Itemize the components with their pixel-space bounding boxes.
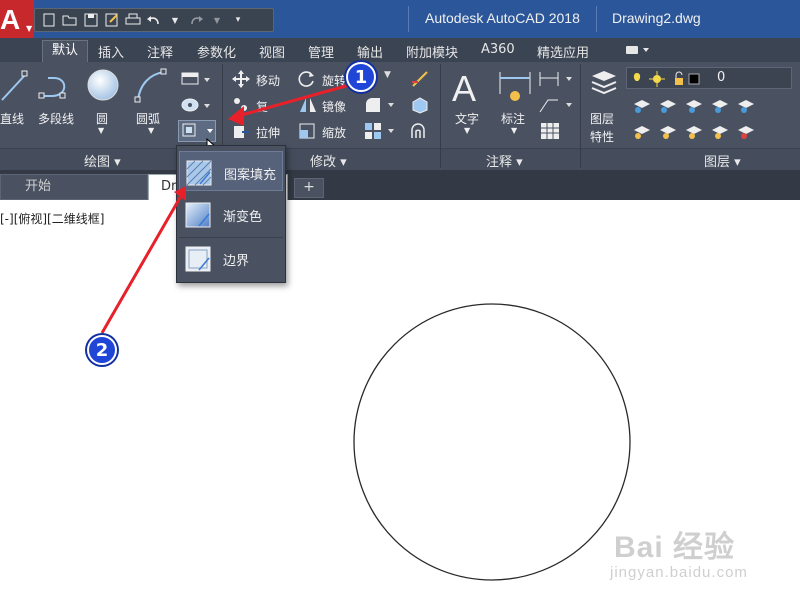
callout-marker-1: 1 — [346, 62, 376, 92]
watermark: Bai 经验 jingyan.baidu.com — [610, 522, 800, 592]
callout-marker-2: 2 — [87, 335, 117, 365]
watermark-url: jingyan.baidu.com — [610, 564, 748, 581]
watermark-logo: Bai 经验 — [614, 531, 736, 564]
annotation-overlay — [100, 82, 354, 334]
